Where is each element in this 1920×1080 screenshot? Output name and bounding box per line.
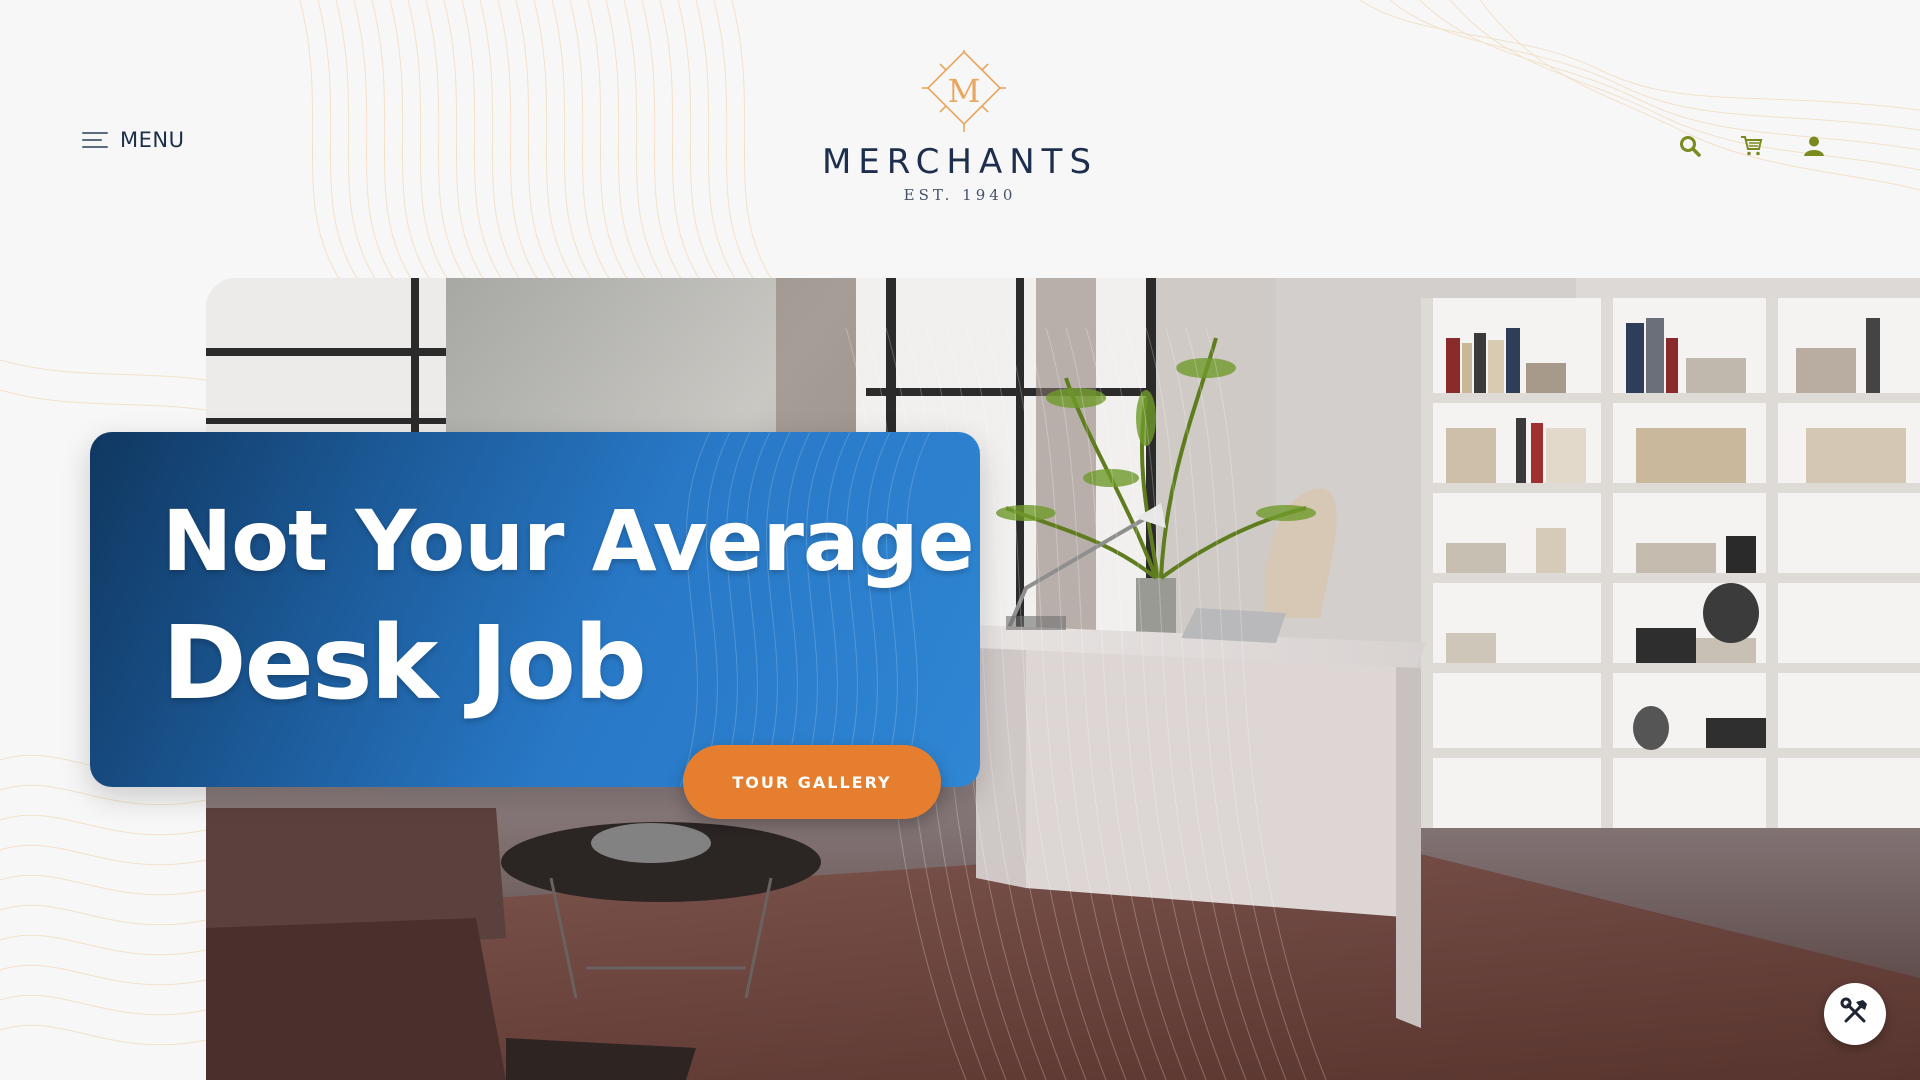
hero-headline-line2: Desk Job: [162, 604, 647, 723]
search-icon[interactable]: [1678, 134, 1702, 158]
logo-monogram-letter: M: [947, 72, 981, 110]
hero-headline-line1: Not Your Average: [162, 492, 975, 590]
card-wave-pattern: [679, 432, 931, 787]
hamburger-icon: [82, 130, 108, 150]
header-actions: [1678, 134, 1826, 158]
cart-icon[interactable]: [1740, 134, 1764, 158]
site-logo[interactable]: M MERCHANTS EST. 1940: [820, 46, 1100, 210]
hammer-wrench-icon: [1839, 996, 1871, 1033]
user-icon[interactable]: [1802, 134, 1826, 158]
hero-headline-card: Not Your Average Desk Job: [90, 432, 980, 787]
logo-wordmark: MERCHANTS: [821, 142, 1099, 182]
tools-floating-button[interactable]: [1824, 983, 1886, 1045]
menu-label: MENU: [120, 128, 185, 152]
logo-monogram-mark: M: [920, 46, 1008, 138]
menu-button[interactable]: MENU: [82, 124, 184, 156]
tour-gallery-button[interactable]: TOUR GALLERY: [683, 745, 941, 819]
logo-established: EST. 1940: [903, 186, 1017, 204]
